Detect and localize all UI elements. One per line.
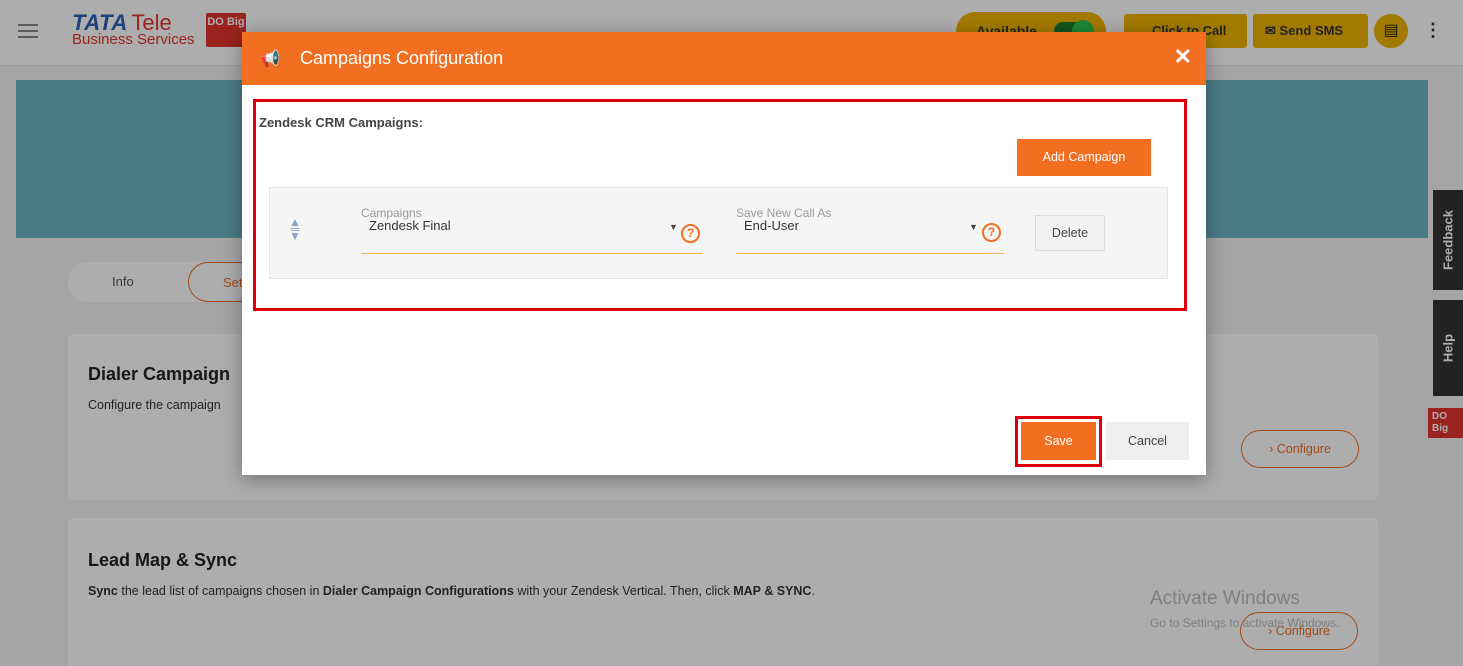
campaigns-configuration-modal: 📢 Campaigns Configuration ✕ Zendesk CRM … (242, 32, 1206, 475)
modal-title: Campaigns Configuration (300, 48, 504, 68)
campaigns-select[interactable]: Campaigns Zendesk Final ▼ ? (361, 206, 703, 254)
help-question-icon[interactable]: ? (681, 224, 700, 243)
save-button[interactable]: Save (1021, 422, 1096, 460)
megaphone-icon: 📢 (260, 51, 280, 68)
section-title: Zendesk CRM Campaigns: (259, 115, 423, 130)
dropdown-arrow-icon: ▼ (969, 222, 978, 232)
campaign-row: ▲ ═ ▼ Campaigns Zendesk Final ▼ ? Save New… (269, 187, 1168, 279)
cancel-button[interactable]: Cancel (1106, 422, 1189, 460)
dropdown-arrow-icon: ▼ (669, 222, 678, 232)
close-icon[interactable]: ✕ (1174, 44, 1192, 70)
help-question-icon[interactable]: ? (982, 223, 1001, 242)
modal-header: 📢 Campaigns Configuration ✕ (242, 32, 1206, 85)
drag-handle-icon[interactable]: ▲ ═ ▼ (288, 216, 302, 242)
delete-button[interactable]: Delete (1035, 215, 1105, 251)
save-new-call-as-select[interactable]: Save New Call As End-User ▼ ? (736, 206, 1004, 254)
add-campaign-button[interactable]: Add Campaign (1017, 139, 1151, 176)
